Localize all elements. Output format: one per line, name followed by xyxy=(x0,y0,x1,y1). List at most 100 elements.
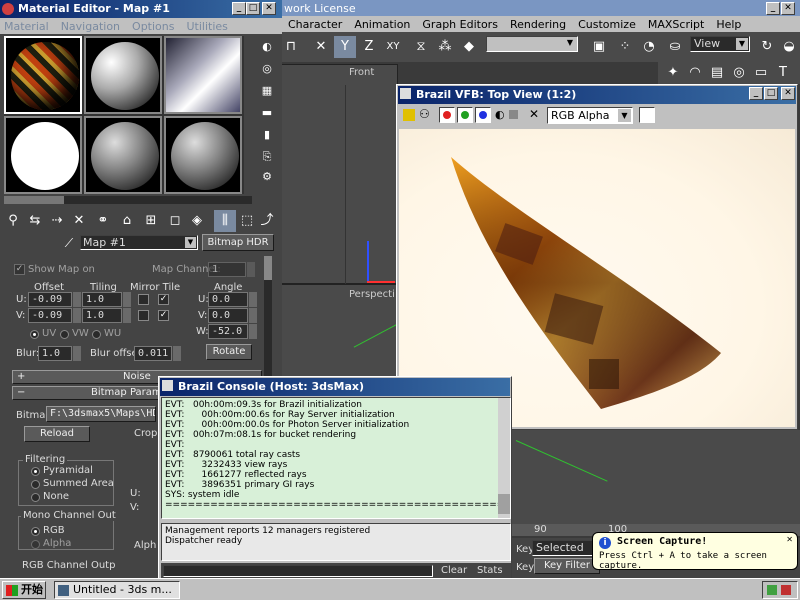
minimize-icon[interactable]: _ xyxy=(232,2,246,15)
align-icon[interactable]: ◆ xyxy=(458,36,480,58)
save-icon[interactable] xyxy=(403,109,415,121)
menu-graph-editors[interactable]: Graph Editors xyxy=(422,18,498,31)
u-offset-spinner[interactable]: -0.09 xyxy=(28,292,81,307)
menu-rendering[interactable]: Rendering xyxy=(510,18,566,31)
clear-button[interactable]: Clear xyxy=(441,565,467,576)
sample-type-icon[interactable]: ◐ xyxy=(256,36,278,58)
mono-icon[interactable] xyxy=(509,110,518,119)
clear-icon[interactable]: ✕ xyxy=(529,107,539,121)
pick-material-icon[interactable]: ⤴ xyxy=(256,210,278,232)
sample-slot-2[interactable] xyxy=(84,36,162,114)
material-editor-icon[interactable]: ◔ xyxy=(638,36,660,58)
sample-slot-1[interactable] xyxy=(4,36,82,114)
map-type-button[interactable]: Bitmap HDR xyxy=(202,234,274,251)
minimize-icon[interactable]: _ xyxy=(749,87,763,100)
blur-spinner[interactable]: 1.0 xyxy=(38,346,81,361)
rotate-button[interactable]: Rotate xyxy=(206,344,252,360)
clone-icon[interactable]: ⚇ xyxy=(419,107,430,121)
u-tiling-spinner[interactable]: 1.0 xyxy=(82,292,131,307)
console-log[interactable]: EVT: 00h:00m:09.3s for Brazil initializa… xyxy=(161,397,511,519)
start-button[interactable]: 开始 xyxy=(2,581,46,599)
key-filters-button[interactable]: Key Filter xyxy=(534,558,600,574)
tray-capture-icon[interactable] xyxy=(781,585,791,595)
stats-button[interactable]: Stats xyxy=(477,565,503,576)
sample-slot-4[interactable] xyxy=(4,116,82,194)
color-swatch[interactable] xyxy=(639,107,655,123)
bitmap-path-button[interactable]: F:\3dsmax5\Maps\HDR xyxy=(46,406,156,422)
console-scrollbar[interactable] xyxy=(498,398,510,518)
assign-material-icon[interactable]: ⇢ xyxy=(46,210,68,232)
mono-alpha-radio[interactable] xyxy=(31,540,40,549)
hierarchy-icon[interactable]: ▤ xyxy=(706,62,728,84)
menu-utilities[interactable]: Utilities xyxy=(186,20,227,33)
taskbar-item-3dsmax[interactable]: Untitled - 3ds m... xyxy=(54,581,180,599)
console-input[interactable] xyxy=(163,565,433,577)
teapot-icon[interactable]: ◒ xyxy=(778,36,800,58)
map-channel-spinner[interactable]: 1 xyxy=(208,262,255,277)
material-id-icon[interactable]: ⊞ xyxy=(140,210,162,232)
bind-icon[interactable]: ⊓ xyxy=(280,36,302,58)
z-axis-icon[interactable]: Z xyxy=(358,36,380,58)
mirror-icon[interactable]: ⧖ xyxy=(410,36,432,58)
make-preview-icon[interactable]: ⎘ xyxy=(256,146,278,168)
manager-log[interactable]: Management reports 12 managers registere… xyxy=(161,523,511,561)
vw-radio[interactable] xyxy=(60,330,69,339)
u-tile-checkbox[interactable]: ✓ xyxy=(158,294,169,305)
menu-material[interactable]: Material xyxy=(4,20,49,33)
reload-button[interactable]: Reload xyxy=(24,426,90,442)
render-icon[interactable]: ⛀ xyxy=(664,36,686,58)
create-icon[interactable]: ✦ xyxy=(662,62,684,84)
sample-slot-6[interactable] xyxy=(164,116,242,194)
blue-channel-button[interactable] xyxy=(475,107,491,123)
blur-offset-spinner[interactable]: 0.011 xyxy=(134,346,181,361)
none-radio[interactable] xyxy=(31,493,40,502)
eyedropper-icon[interactable]: ⟋ xyxy=(58,232,80,254)
menu-navigation[interactable]: Navigation xyxy=(61,20,120,33)
quick-render-icon[interactable]: ↻ xyxy=(756,36,778,58)
video-color-icon[interactable]: ▮ xyxy=(256,124,278,146)
display-icon[interactable]: ▭ xyxy=(750,62,772,84)
sample-slot-3[interactable] xyxy=(164,36,242,114)
array-icon[interactable]: ⁂ xyxy=(434,36,456,58)
select-icon[interactable]: Y xyxy=(334,36,356,58)
menu-maxscript[interactable]: MAXScript xyxy=(648,18,704,31)
v-angle-spinner[interactable]: 0.0 xyxy=(208,308,257,323)
uv-tiling-icon[interactable]: ▬ xyxy=(256,102,278,124)
screen-capture-tooltip[interactable]: i Screen Capture! Press Ctrl + A to take… xyxy=(592,532,798,571)
xy-plane-icon[interactable]: XY xyxy=(382,36,404,58)
mono-rgb-radio[interactable] xyxy=(31,527,40,536)
red-channel-button[interactable] xyxy=(439,107,455,123)
close-icon[interactable]: ✕ xyxy=(786,535,793,544)
unlink-icon[interactable]: ✕ xyxy=(310,36,332,58)
viewport-right-lower[interactable] xyxy=(512,430,800,530)
viewport-front[interactable]: Front xyxy=(280,64,398,285)
channel-dropdown[interactable]: RGB Alpha ▼ xyxy=(547,107,633,124)
maximize-icon[interactable]: □ xyxy=(246,2,260,15)
menu-character[interactable]: Character xyxy=(288,18,342,31)
go-sibling-icon[interactable]: ⬚ xyxy=(236,210,258,232)
curve-editor-icon[interactable]: ▣ xyxy=(588,36,610,58)
show-map-icon[interactable]: ◻ xyxy=(164,210,186,232)
alpha-channel-icon[interactable]: ◐ xyxy=(495,108,505,121)
pyramidal-radio[interactable] xyxy=(31,467,40,476)
params-scrollbar[interactable] xyxy=(264,256,272,376)
sample-hscroll[interactable] xyxy=(4,196,252,204)
green-channel-button[interactable] xyxy=(457,107,473,123)
minimize-icon[interactable]: _ xyxy=(766,2,780,15)
menu-customize[interactable]: Customize xyxy=(578,18,636,31)
put-to-scene-icon[interactable]: ⇆ xyxy=(24,210,46,232)
w-angle-spinner[interactable]: -52.0 xyxy=(208,324,257,339)
schematic-icon[interactable]: ⁘ xyxy=(614,36,636,58)
backlight-icon[interactable]: ◎ xyxy=(256,58,278,80)
selected-dropdown[interactable]: Selected xyxy=(532,540,598,556)
show-end-result-icon[interactable]: ◈ xyxy=(186,210,208,232)
menu-help[interactable]: Help xyxy=(716,18,741,31)
view-dropdown[interactable]: View ▼ xyxy=(690,36,750,52)
close-icon[interactable]: ✕ xyxy=(781,87,795,100)
v-tiling-spinner[interactable]: 1.0 xyxy=(82,308,131,323)
modify-icon[interactable]: ◠ xyxy=(684,62,706,84)
utilities-icon[interactable]: T xyxy=(772,62,794,84)
go-parent-icon[interactable]: ⫼ xyxy=(214,210,236,232)
menu-options[interactable]: Options xyxy=(132,20,174,33)
maximize-icon[interactable]: □ xyxy=(764,87,778,100)
